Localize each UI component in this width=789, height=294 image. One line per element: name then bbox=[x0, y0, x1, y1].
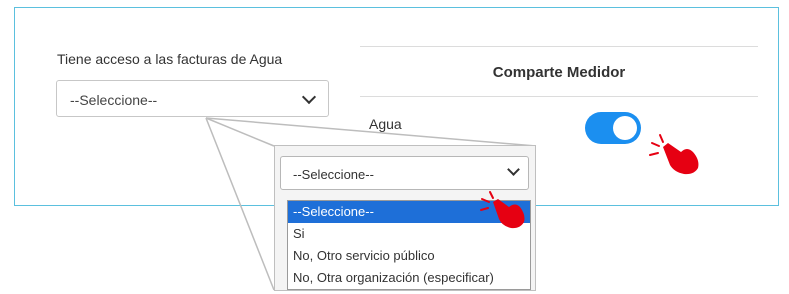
pointer-hand-icon bbox=[480, 191, 525, 229]
chevron-down-icon bbox=[507, 163, 520, 176]
option-otra-organizacion[interactable]: No, Otra organización (especificar) bbox=[288, 267, 530, 289]
zoomed-select-value: --Seleccione-- bbox=[293, 167, 374, 182]
zoomed-select[interactable]: --Seleccione-- bbox=[280, 156, 529, 190]
option-otro-servicio[interactable]: No, Otro servicio público bbox=[288, 245, 530, 267]
